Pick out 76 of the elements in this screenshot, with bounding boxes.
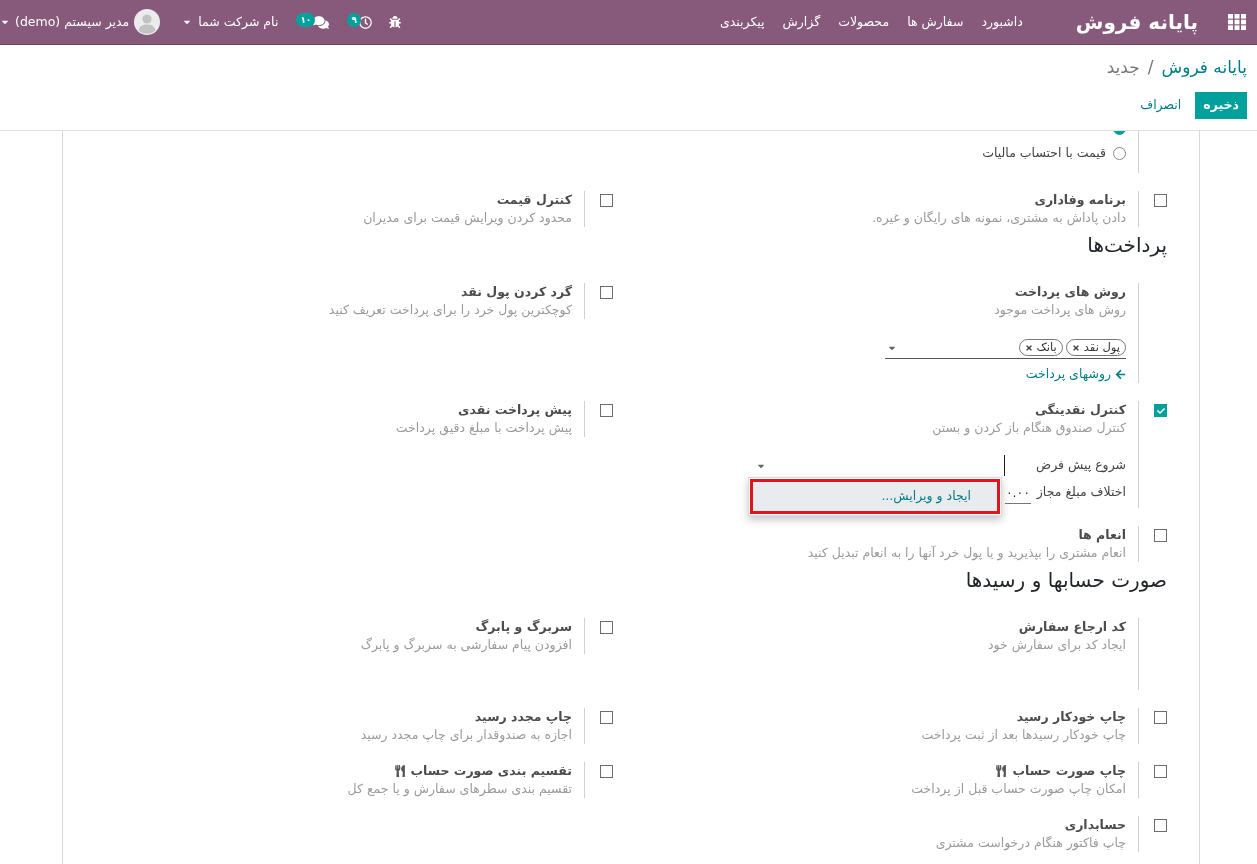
- section-heading: پرداخت‌ها: [1086, 232, 1168, 259]
- setting-title: کنترل نقدینگی: [1034, 401, 1126, 419]
- bug-icon[interactable]: [388, 16, 401, 28]
- remove-icon[interactable]: [1071, 343, 1080, 352]
- setting-title: گرد کردن پول نقد: [461, 283, 572, 301]
- activity-counter: ۹: [347, 13, 361, 27]
- breadcrumb-current: جدید: [1106, 56, 1140, 80]
- menu-item[interactable]: پیکربندی: [710, 12, 774, 32]
- setting-description: کوچکترین پول خرد را برای پرداخت تعریف کنید: [328, 301, 572, 319]
- field-label: اختلاف مبلغ مجاز: [1035, 483, 1126, 502]
- user-menu[interactable]: مدیر سیستم (demo): [0, 9, 161, 35]
- setting-description: دادن پاداش به مشتری، نمونه های رایگان و غیره.: [872, 209, 1126, 227]
- setting-description: امکان چاپ صورت حساب قبل از پرداخت: [911, 780, 1126, 798]
- avatar-icon: [134, 9, 161, 35]
- setting-description: افزودن پیام سفارشی به سربرگ و پابرگ: [360, 636, 572, 654]
- discard-button[interactable]: انصراف: [1134, 92, 1188, 119]
- checkbox[interactable]: [1154, 529, 1167, 542]
- tag-label: بانک: [1036, 338, 1057, 356]
- checkbox[interactable]: [600, 711, 613, 724]
- remove-icon[interactable]: [1024, 343, 1033, 352]
- setting-title: برنامه وفاداری: [1034, 191, 1126, 209]
- message-counter: ۱۰: [296, 13, 316, 27]
- checkbox[interactable]: [1154, 711, 1167, 724]
- setting-title: چاپ صورت حساب: [1012, 762, 1126, 780]
- setting-description: روش های پرداخت موجود: [994, 301, 1126, 319]
- setting-title: کد ارجاع سفارش: [1018, 618, 1126, 636]
- setting-title: سربرگ و پابرگ: [475, 618, 572, 636]
- app-title: پایانه فروش: [1075, 9, 1198, 37]
- setting-title: چاپ مجدد رسید: [474, 708, 572, 726]
- payment-methods-link[interactable]: روشهای پرداخت: [1025, 365, 1126, 383]
- setting-description: چاپ فاکتور هنگام درخواست مشتری: [935, 834, 1126, 852]
- setting-description: چاپ خودکار رسیدها بعد از ثبت پرداخت: [921, 726, 1126, 744]
- setting-description: ایجاد کد برای سفارش خود: [987, 636, 1126, 654]
- radio-label: قیمت با احتساب مالیات: [982, 144, 1106, 163]
- setting-description: تقسیم بندی سطرهای سفارش و یا جمع کل: [347, 780, 572, 798]
- setting-description: کنترل صندوق هنگام باز کردن و بستن: [932, 419, 1126, 437]
- checkbox[interactable]: [600, 194, 613, 207]
- setting-title: انعام ها: [1078, 526, 1126, 544]
- menu-item[interactable]: داشبورد: [972, 12, 1032, 32]
- checkbox[interactable]: [1154, 194, 1167, 207]
- menu-item[interactable]: گزارش: [773, 12, 830, 32]
- setting-description: محدود کردن ویرایش قیمت برای مدیران: [363, 209, 572, 227]
- checkbox[interactable]: [600, 621, 613, 634]
- setting-description: انعام مشتری را بپذیرید و یا پول خرد آنها را به انعام تبدیل کنید: [807, 544, 1126, 562]
- tag-label: پول نقد: [1083, 338, 1120, 356]
- setting-title: تقسیم بندی صورت حساب: [410, 762, 572, 780]
- dropdown-item[interactable]: ایجاد و ویرایش...: [753, 482, 997, 511]
- setting-title: پیش پرداخت نقدی: [458, 401, 572, 419]
- checkbox[interactable]: [600, 286, 613, 299]
- setting-description: پیش پرداخت با مبلغ دقیق پرداخت: [395, 419, 572, 437]
- setting-title: کنترل قیمت: [496, 191, 572, 209]
- radio-button[interactable]: [1113, 147, 1126, 160]
- menu-item[interactable]: محصولات: [829, 12, 899, 32]
- chat-icon[interactable]: [313, 14, 330, 30]
- checkbox[interactable]: [600, 765, 613, 778]
- menu-item[interactable]: سفارش ها: [898, 12, 973, 32]
- checkbox[interactable]: [1154, 819, 1167, 832]
- section-heading: صورت حسابها و رسیدها: [964, 567, 1168, 594]
- company-switcher[interactable]: نام شرکت شما: [182, 12, 279, 32]
- save-button[interactable]: ذخیره: [1195, 92, 1247, 119]
- check-icon: [1156, 406, 1165, 415]
- setting-title: روش های پرداخت: [1014, 283, 1126, 301]
- arrow-left-icon: [1115, 368, 1126, 380]
- checkbox[interactable]: [600, 404, 613, 417]
- checkbox[interactable]: [1154, 765, 1167, 778]
- setting-title: حسابداری: [1064, 816, 1126, 834]
- breadcrumb-link[interactable]: پایانه فروش: [1161, 55, 1247, 81]
- breadcrumb-separator: /: [1147, 56, 1154, 80]
- checkbox[interactable]: [1154, 404, 1167, 417]
- tags-field[interactable]: پول نقد بانک: [885, 337, 1126, 359]
- field-label: شروع پیش فرض: [1035, 456, 1126, 475]
- setting-title: چاپ خودکار رسید: [1016, 708, 1126, 726]
- clock-icon[interactable]: [358, 15, 372, 29]
- apps-grid-icon[interactable]: [1228, 14, 1246, 30]
- amount-field[interactable]: ۰.۰۰: [1005, 481, 1031, 504]
- setting-description: اجازه به صندوقدار برای چاپ مجدد رسید: [360, 726, 572, 744]
